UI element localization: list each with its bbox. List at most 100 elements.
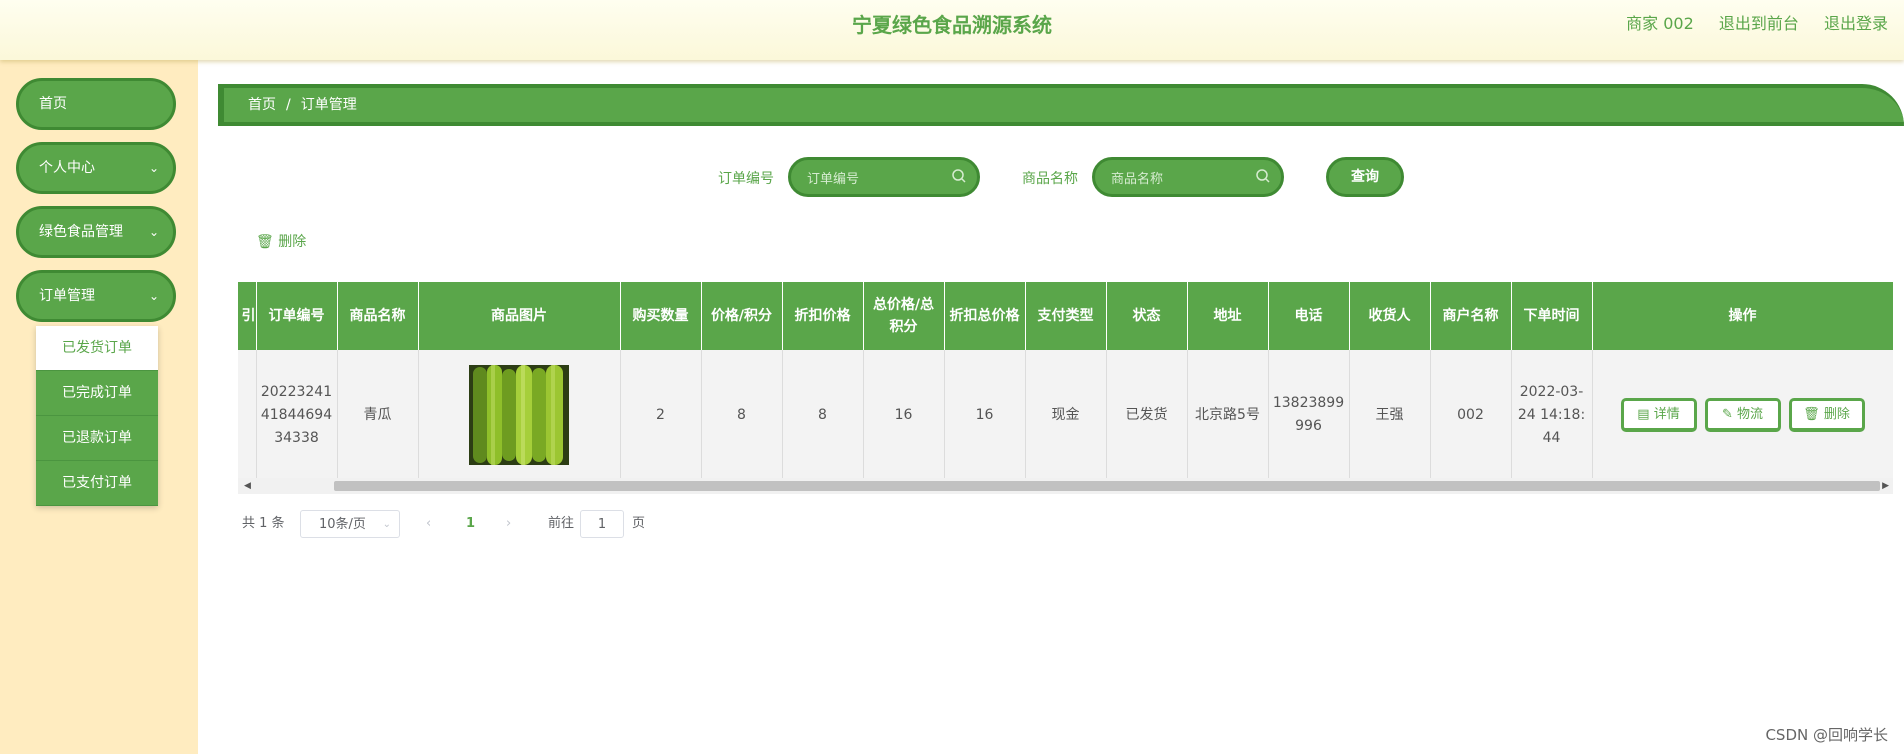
product-name-input[interactable] (1109, 168, 1253, 190)
batch-delete-label: 删除 (278, 234, 307, 250)
table-row: 202232414184469434338 青瓜 2 8 8 16 16 现金 … (238, 350, 1893, 481)
cucumber-photo[interactable] (469, 365, 569, 465)
prev-page-icon[interactable]: ‹ (426, 510, 431, 538)
breadcrumb-current: 订单管理 (300, 97, 357, 113)
logistics-label: 物流 (1737, 407, 1764, 422)
submenu-paid-orders[interactable]: 已支付订单 (36, 461, 158, 506)
cell-total: 16 (863, 350, 945, 481)
cell-product-name: 青瓜 (337, 350, 419, 481)
column-header: 下单时间 (1511, 282, 1593, 350)
orders-table-container: 引 订单编号 商品名称 商品图片 购买数量 价格/积分 折扣价格 总价格/总积分… (238, 282, 1893, 495)
cell-order-time: 2022-03-24 14:18:44 (1511, 350, 1593, 481)
submenu-refunded-orders[interactable]: 已退款订单 (36, 416, 158, 461)
cell-order-no: 202232414184469434338 (256, 350, 338, 481)
cell-discount-total: 16 (944, 350, 1026, 481)
column-header: 总价格/总积分 (863, 282, 945, 350)
column-header: 购买数量 (620, 282, 702, 350)
query-button[interactable]: 查询 (1326, 157, 1404, 197)
page-size-select[interactable]: 10条/页 ⌄ (300, 510, 400, 538)
scroll-right-icon[interactable]: ▶ (1882, 478, 1889, 494)
sidebar-item-orders[interactable]: 订单管理 ⌄ (16, 270, 176, 322)
cell-merchant: 002 (1430, 350, 1512, 481)
back-to-front-link[interactable]: 退出到前台 (1719, 14, 1799, 33)
column-header: 支付类型 (1025, 282, 1107, 350)
trash-icon: 🗑 (256, 234, 274, 250)
document-icon: ▤ (1637, 407, 1650, 422)
column-header: 地址 (1187, 282, 1269, 350)
page-size-value: 10条/页 (319, 517, 366, 532)
column-header: 商品名称 (337, 282, 419, 350)
detail-button[interactable]: ▤ 详情 (1620, 398, 1697, 432)
cell-pay-type: 现金 (1025, 350, 1107, 481)
order-no-input[interactable] (805, 168, 949, 190)
column-header: 商户名称 (1430, 282, 1512, 350)
sidebar-item-label: 绿色食品管理 (39, 224, 123, 240)
orders-table: 引 订单编号 商品名称 商品图片 购买数量 价格/积分 折扣价格 总价格/总积分… (238, 282, 1893, 481)
column-header: 价格/积分 (701, 282, 783, 350)
logout-link[interactable]: 退出登录 (1824, 14, 1888, 33)
page-suffix: 页 (632, 516, 646, 531)
logistics-button[interactable]: ✎ 物流 (1704, 398, 1781, 432)
current-page-number[interactable]: 1 (466, 510, 475, 538)
order-no-label: 订单编号 (718, 171, 774, 187)
column-header: 收货人 (1349, 282, 1431, 350)
order-no-search (788, 157, 980, 197)
header-actions: 商家 002 退出到前台 退出登录 (1606, 0, 1888, 48)
cell-status: 已发货 (1106, 350, 1188, 481)
chevron-down-icon: ⌄ (382, 519, 391, 530)
cell-price: 8 (701, 350, 783, 481)
top-header: 宁夏绿色食品溯源系统 商家 002 退出到前台 退出登录 (0, 0, 1904, 60)
cell-actions: ▤ 详情 ✎ 物流 🗑 删除 (1592, 350, 1893, 481)
column-header: 商品图片 (418, 282, 621, 350)
row-checkbox-cell (238, 350, 257, 481)
sidebar-item-home[interactable]: 首页 (16, 78, 176, 130)
cell-phone: 13823899996 (1268, 350, 1350, 481)
chevron-down-icon: ⌄ (148, 161, 159, 175)
chevron-down-icon: ⌄ (148, 225, 159, 239)
sidebar-item-label: 订单管理 (39, 288, 95, 304)
cell-discount-price: 8 (782, 350, 864, 481)
sidebar-item-label: 首页 (39, 96, 67, 112)
batch-delete-button[interactable]: 🗑 删除 (256, 231, 306, 251)
breadcrumb: 首页 / 订单管理 (218, 84, 1904, 126)
trash-icon: 🗑 (1803, 407, 1820, 422)
watermark: CSDN @回响学长 (1765, 726, 1888, 744)
edit-icon: ✎ (1721, 407, 1733, 422)
submenu-completed-orders[interactable]: 已完成订单 (36, 371, 158, 416)
table-header-row: 引 订单编号 商品名称 商品图片 购买数量 价格/积分 折扣价格 总价格/总积分… (238, 282, 1893, 350)
delete-row-button[interactable]: 🗑 删除 (1788, 398, 1865, 432)
search-icon (952, 169, 966, 183)
cell-product-image (418, 350, 621, 481)
sidebar-item-green-food[interactable]: 绿色食品管理 ⌄ (16, 206, 176, 258)
column-header: 订单编号 (256, 282, 338, 350)
cell-address: 北京路5号 (1187, 350, 1269, 481)
chevron-up-icon: ⌄ (148, 289, 159, 303)
column-header: 引 (238, 282, 257, 350)
next-page-icon[interactable]: › (506, 510, 511, 538)
current-user: 商家 002 (1626, 14, 1694, 33)
pagination-total: 共 1 条 (242, 516, 285, 531)
goto-label: 前往 (548, 516, 575, 531)
detail-label: 详情 (1653, 407, 1680, 422)
product-name-search (1092, 157, 1284, 197)
cell-quantity: 2 (620, 350, 702, 481)
product-name-label: 商品名称 (1022, 171, 1078, 187)
search-icon (1256, 169, 1270, 183)
column-header: 状态 (1106, 282, 1188, 350)
orders-submenu: 已发货订单 已完成订单 已退款订单 已支付订单 (36, 326, 158, 506)
submenu-shipped-orders[interactable]: 已发货订单 (36, 326, 158, 371)
sidebar-item-personal-center[interactable]: 个人中心 ⌄ (16, 142, 176, 194)
column-header: 操作 (1592, 282, 1893, 350)
goto-page-input[interactable]: 1 (580, 510, 624, 538)
cell-receiver: 王强 (1349, 350, 1431, 481)
column-header: 电话 (1268, 282, 1350, 350)
breadcrumb-separator: / (286, 97, 291, 113)
breadcrumb-home[interactable]: 首页 (248, 97, 276, 113)
column-header: 折扣总价格 (944, 282, 1026, 350)
scroll-thumb[interactable] (334, 481, 1880, 491)
scroll-left-icon[interactable]: ◀ (244, 478, 251, 494)
column-header: 折扣价格 (782, 282, 864, 350)
horizontal-scrollbar[interactable]: ◀ ▶ (238, 478, 1893, 494)
sidebar-item-label: 个人中心 (39, 160, 95, 176)
delete-row-label: 删除 (1823, 407, 1850, 422)
